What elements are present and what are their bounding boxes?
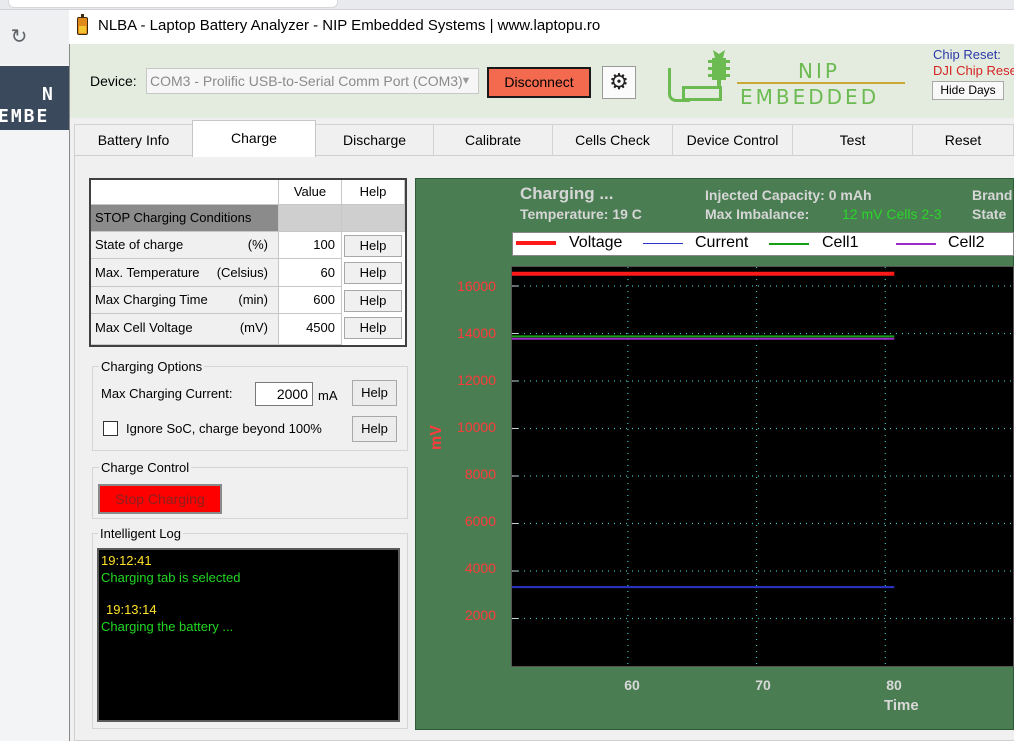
column-header-help: Help [342, 180, 405, 205]
log-message: Charging tab is selected [101, 570, 241, 585]
grid-corner-cell [91, 180, 279, 205]
max-current-help-button[interactable]: Help [352, 380, 397, 406]
background-banner-text: EMBE [0, 106, 50, 127]
tab-device-control[interactable]: Device Control [672, 124, 793, 156]
battery-icon [77, 14, 88, 35]
state-label: State [972, 206, 1007, 222]
tab-charge[interactable]: Charge [192, 120, 316, 157]
section-header: STOP Charging Conditions [91, 205, 279, 232]
logo-embedded-text: EMBEDDED [740, 85, 880, 109]
max-charging-current-label: Max Charging Current: [101, 386, 233, 401]
tab-test[interactable]: Test [792, 124, 913, 156]
legend-swatch-voltage [516, 241, 556, 245]
row-name: Max Charging Time [95, 292, 208, 307]
legend-swatch-current [643, 243, 683, 244]
row-unit: (mV) [239, 320, 268, 335]
row-unit: (min) [238, 292, 268, 307]
tab-calibrate[interactable]: Calibrate [433, 124, 553, 156]
value-cell-state-of-charge[interactable]: 100 [279, 232, 342, 259]
current-unit-label: mA [318, 388, 338, 403]
logo-chip-icon [708, 50, 730, 88]
row-name: Max. Temperature [95, 265, 200, 280]
y-tick-label: 6000 [464, 513, 496, 529]
row-unit: (Celsius) [216, 265, 268, 280]
logo-nip-text: NIP [798, 59, 840, 83]
y-tick-label: 14000 [457, 325, 496, 341]
legend-label-cell1: Cell1 [822, 234, 859, 251]
tab-battery-info[interactable]: Battery Info [74, 124, 193, 156]
value-cell-max-temperature[interactable]: 60 [279, 259, 342, 287]
tab-reset[interactable]: Reset [912, 124, 1014, 156]
chip-reset-label: Chip Reset: [933, 47, 1001, 62]
y-tick-label: 8000 [464, 466, 496, 482]
ignore-soc-help-button[interactable]: Help [352, 416, 397, 442]
browser-tab[interactable] [8, 0, 338, 8]
log-message: Charging the battery ... [101, 619, 234, 634]
tab-cells-check[interactable]: Cells Check [552, 124, 673, 156]
charge-control-title: Charge Control [99, 460, 192, 475]
background-banner-text: N [42, 84, 55, 105]
x-tick-label: 60 [624, 677, 640, 693]
help-button[interactable]: Help [344, 262, 402, 284]
charging-options-title: Charging Options [99, 359, 205, 374]
device-label: Device: [90, 73, 137, 89]
injected-capacity-readout: Injected Capacity: 0 mAh [705, 187, 872, 203]
conditions-grid: Value Help STOP Charging Conditions Stat… [89, 178, 407, 347]
row-label-max-temperature: Max. Temperature (Celsius) [91, 259, 279, 287]
y-tick-label: 12000 [457, 372, 496, 388]
dji-chip-reset-link[interactable]: DJI Chip Rese [933, 63, 1014, 78]
legend-label-current: Current [695, 234, 749, 251]
row-label-max-charging-time: Max Charging Time (min) [91, 287, 279, 314]
tab-discharge[interactable]: Discharge [315, 124, 434, 156]
max-imbalance-label: Max Imbalance: [705, 206, 810, 222]
column-header-value: Value [279, 180, 342, 205]
max-charging-current-input[interactable]: 2000 [255, 382, 313, 406]
x-tick-label: 70 [755, 677, 771, 693]
charging-status: Charging ... [520, 184, 614, 203]
max-imbalance-value: 12 mV Cells 2-3 [842, 206, 942, 222]
background-page [0, 64, 70, 741]
reload-icon[interactable]: ↻ [8, 26, 30, 48]
y-tick-label: 2000 [464, 607, 496, 623]
x-axis-label: Time [884, 697, 919, 714]
value-cell-max-charging-time[interactable]: 600 [279, 287, 342, 314]
row-unit: (%) [247, 237, 268, 252]
logo-plug-icon [682, 86, 722, 101]
window-title: NLBA - Laptop Battery Analyzer - NIP Emb… [98, 17, 601, 34]
disconnect-button[interactable]: Disconnect [487, 67, 591, 98]
y-tick-label: 4000 [464, 560, 496, 576]
brand-label: Brand [972, 187, 1013, 203]
section-header-filler [342, 205, 405, 232]
legend-label-cell2: Cell2 [948, 234, 985, 251]
x-tick-label: 80 [886, 677, 902, 693]
ignore-soc-label: Ignore SoC, charge beyond 100% [126, 421, 322, 436]
log-timestamp: 19:12:41 [101, 553, 152, 568]
section-header-filler [279, 205, 342, 232]
temperature-readout: Temperature: 19 C [520, 206, 642, 222]
value-cell-max-cell-voltage[interactable]: 4500 [279, 314, 342, 345]
chevron-down-icon[interactable]: ▼ [458, 73, 474, 89]
plot-svg [512, 267, 1014, 666]
help-button[interactable]: Help [344, 317, 402, 339]
log-timestamp: 19:13:14 [106, 602, 157, 617]
legend-label-voltage: Voltage [569, 234, 623, 251]
row-label-max-cell-voltage: Max Cell Voltage (mV) [91, 314, 279, 345]
row-name: Max Cell Voltage [95, 320, 193, 335]
row-name: State of charge [95, 237, 184, 252]
legend-swatch-cell2 [896, 243, 936, 245]
stop-charging-button[interactable]: Stop Charging [98, 484, 222, 514]
help-button[interactable]: Help [344, 235, 402, 257]
gear-icon[interactable]: ⚙ [602, 66, 636, 99]
hide-days-button[interactable]: Hide Days [932, 81, 1004, 100]
row-label-state-of-charge: State of charge (%) [91, 232, 279, 259]
ignore-soc-checkbox[interactable] [103, 421, 118, 436]
logo-divider [737, 82, 905, 84]
y-tick-label: 16000 [457, 278, 496, 294]
device-select[interactable]: COM3 - Prolific USB-to-Serial Comm Port … [146, 68, 479, 94]
y-tick-label: 10000 [457, 419, 496, 435]
intelligent-log-title: Intelligent Log [98, 526, 183, 541]
legend-swatch-cell1 [769, 243, 809, 245]
help-button[interactable]: Help [344, 290, 402, 312]
